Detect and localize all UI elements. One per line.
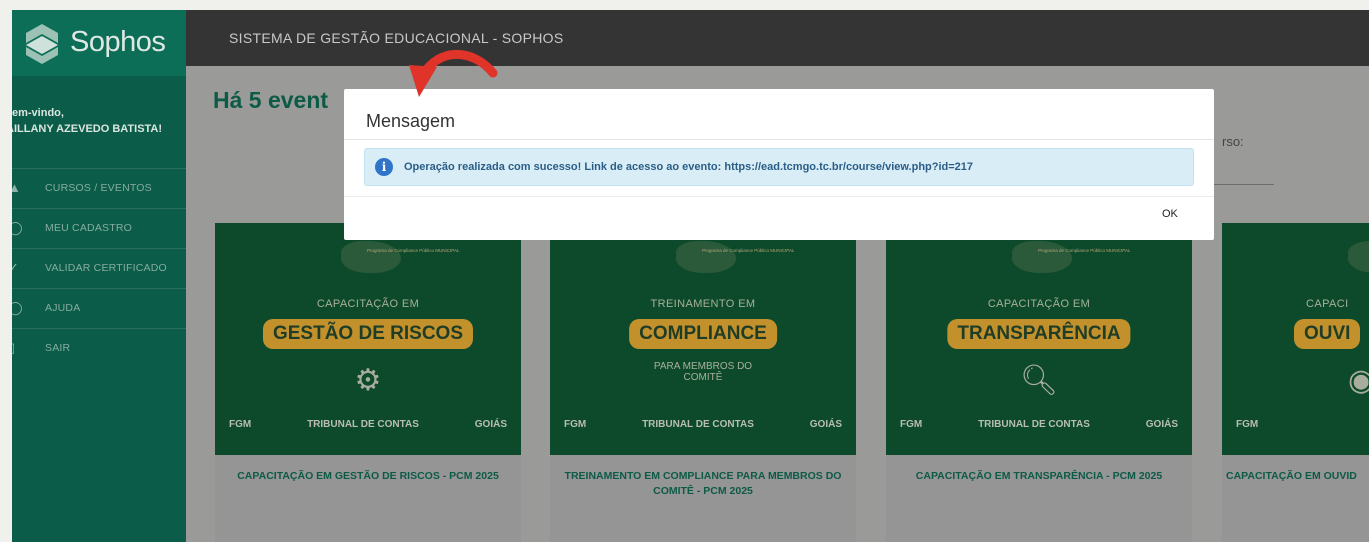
sidebar-item-ajuda[interactable]: ◯ AJUDA [12,288,186,328]
program-label: Programa de Compliance Público MUNICIPAL [1038,248,1131,253]
partner-logos: FGM [1236,419,1369,430]
modal-divider [344,139,1214,140]
brand[interactable]: Sophos [12,10,186,76]
goias-logo: GOIÁS [809,419,842,430]
top-bar: SISTEMA DE GESTÃO EDUCACIONAL - SOPHOS [186,10,1369,66]
welcome-greeting: em-vindo, [12,107,64,119]
tribunal-logo: TRIBUNAL DE CONTAS [642,419,754,430]
logout-icon: ▯ [12,341,22,355]
user-name: AILLANY AZEVEDO BATISTA! [12,123,163,135]
program-map-shape [676,241,736,273]
magnifier-eye-icon: 🔍︎ [1019,364,1059,397]
gears-icon: ⚙ [354,364,382,397]
program-map-shape [1012,241,1072,273]
sidebar-item-cursos-eventos[interactable]: ▲ CURSOS / EVENTOS [12,168,186,208]
event-card[interactable]: CAPACI OUVI ◉ FGM CAPACITAÇÃO EM OUVID [1222,223,1369,542]
brand-name: Sophos [70,26,166,58]
alert-message[interactable]: Operação realizada com sucesso! Link de … [404,161,973,173]
partner-logos: FGM TRIBUNAL DE CONTAS GOIÁS [564,419,842,430]
help-icon: ◯ [12,300,23,315]
event-card-image[interactable]: CAPACI OUVI ◉ FGM [1222,223,1369,455]
event-card-image[interactable]: Programa de Compliance Público MUNICIPAL… [886,223,1192,455]
fgm-logo: FGM [900,419,923,430]
card-image-pill: TRANSPARÊNCIA [947,319,1131,349]
card-image-line1: CAPACITAÇÃO EM [316,298,420,310]
sidebar-item-label: AJUDA [45,302,81,314]
sidebar-item-label: VALIDAR CERTIFICADO [45,262,167,274]
event-card[interactable]: Programa de Compliance Público MUNICIPAL… [550,223,856,542]
sound-wave-icon: ◉ [1348,364,1369,397]
event-card-title[interactable]: CAPACITAÇÃO EM TRANSPARÊNCIA - PCM 2025 [886,469,1192,484]
sidebar-menu: ▲ CURSOS / EVENTOS ◯ MEU CADASTRO ✓ VALI… [12,168,186,368]
graduation-cap-icon: ▲ [12,180,21,195]
event-card-image[interactable]: Programa de Compliance Público MUNICIPAL… [550,223,856,455]
goias-logo: GOIÁS [474,419,507,430]
check-icon: ✓ [12,260,19,275]
sophos-logo-icon [26,24,58,64]
fgm-logo: FGM [1236,419,1259,430]
partner-logos: FGM TRIBUNAL DE CONTAS GOIÁS [900,419,1178,430]
event-card[interactable]: Programa de Compliance Público MUNICIPAL… [215,223,521,542]
card-image-line1: TREINAMENTO EM [650,298,756,310]
system-title: SISTEMA DE GESTÃO EDUCACIONAL - SOPHOS [229,30,564,46]
filter-label: rso: [1222,134,1244,149]
program-label: Programa de Compliance Público MUNICIPAL [702,248,795,253]
sidebar-item-validar-certificado[interactable]: ✓ VALIDAR CERTIFICADO [12,248,186,288]
event-card-title[interactable]: CAPACITAÇÃO EM OUVID [1222,469,1369,484]
card-image-line1: CAPACITAÇÃO EM [987,298,1091,310]
modal-footer-divider [344,196,1214,197]
program-label: Programa de Compliance Público MUNICIPAL [367,248,460,253]
filter-input-underline[interactable] [1208,184,1274,185]
info-icon: i [375,158,393,176]
sidebar-item-label: SAIR [45,342,71,354]
page-heading: Há 5 event [213,87,329,113]
event-card-title[interactable]: CAPACITAÇÃO EM GESTÃO DE RISCOS - PCM 20… [215,469,521,484]
welcome-text: em-vindo, AILLANY AZEVEDO BATISTA! [12,105,162,137]
fgm-logo: FGM [564,419,587,430]
sidebar-item-meu-cadastro[interactable]: ◯ MEU CADASTRO [12,208,186,248]
program-map-shape [1348,241,1369,273]
app-window: Sophos em-vindo, AILLANY AZEVEDO BATISTA… [12,10,1369,542]
sidebar-item-sair[interactable]: ▯ SAIR [12,328,186,368]
card-image-pill: COMPLIANCE [629,319,777,349]
program-map-shape [341,241,401,273]
sidebar-item-label: MEU CADASTRO [45,222,132,234]
tribunal-logo: TRIBUNAL DE CONTAS [307,419,419,430]
fgm-logo: FGM [229,419,252,430]
sidebar: Sophos em-vindo, AILLANY AZEVEDO BATISTA… [12,10,186,542]
event-card-title[interactable]: TREINAMENTO EM COMPLIANCE PARA MEMBROS D… [550,469,856,499]
event-card[interactable]: Programa de Compliance Público MUNICIPAL… [886,223,1192,542]
ok-button[interactable]: OK [1162,208,1178,220]
card-image-pill: OUVI [1294,319,1361,349]
tribunal-logo: TRIBUNAL DE CONTAS [978,419,1090,430]
red-arrow-annotation-icon [409,50,498,97]
success-alert: i Operação realizada com sucesso! Link d… [364,148,1194,186]
partner-logos: FGM TRIBUNAL DE CONTAS GOIÁS [229,419,507,430]
goias-logo: GOIÁS [1145,419,1178,430]
sidebar-item-label: CURSOS / EVENTOS [45,182,152,194]
card-image-line3: PARA MEMBROS DO COMITÊ [653,361,753,383]
card-image-line1: CAPACI [1306,298,1349,310]
card-image-pill: GESTÃO DE RISCOS [262,319,474,349]
user-icon: ◯ [12,220,23,235]
event-card-image[interactable]: Programa de Compliance Público MUNICIPAL… [215,223,521,455]
